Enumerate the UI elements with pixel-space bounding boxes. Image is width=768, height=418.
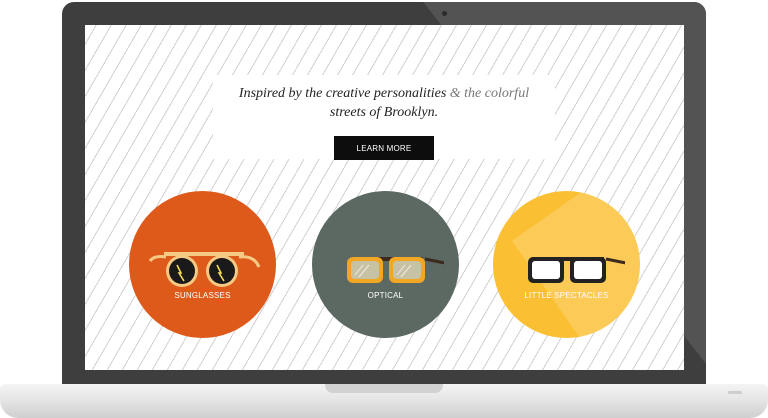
category-label-sunglasses: SUNGLASSES <box>174 291 231 300</box>
spectacles-icon <box>528 257 625 283</box>
laptop-screen: Inspired by the creative personalities &… <box>85 25 684 370</box>
category-label-optical: OPTICAL <box>367 291 404 300</box>
category-sunglasses[interactable]: SUNGLASSES <box>129 191 276 338</box>
base-foot <box>728 391 742 394</box>
sunglasses-icon <box>148 252 261 287</box>
tagline-part-3: streets of Brooklyn. <box>329 105 439 120</box>
optical-glasses-icon <box>347 257 444 283</box>
hero-tagline: Inspired by the creative personalities &… <box>213 84 555 122</box>
base-notch <box>325 384 443 393</box>
tagline-part-2: & the colorful <box>449 86 530 101</box>
category-label-little-spectacles: LITTLE SPECTACLES <box>524 291 609 300</box>
webcam <box>442 11 447 16</box>
category-optical[interactable]: OPTICAL <box>312 191 459 338</box>
category-little-spectacles[interactable]: LITTLE SPECTACLES <box>493 191 640 338</box>
learn-more-button[interactable]: LEARN MORE <box>334 136 434 160</box>
laptop-base <box>0 384 768 418</box>
tagline-part-1: Inspired by the creative personalities <box>238 86 450 101</box>
